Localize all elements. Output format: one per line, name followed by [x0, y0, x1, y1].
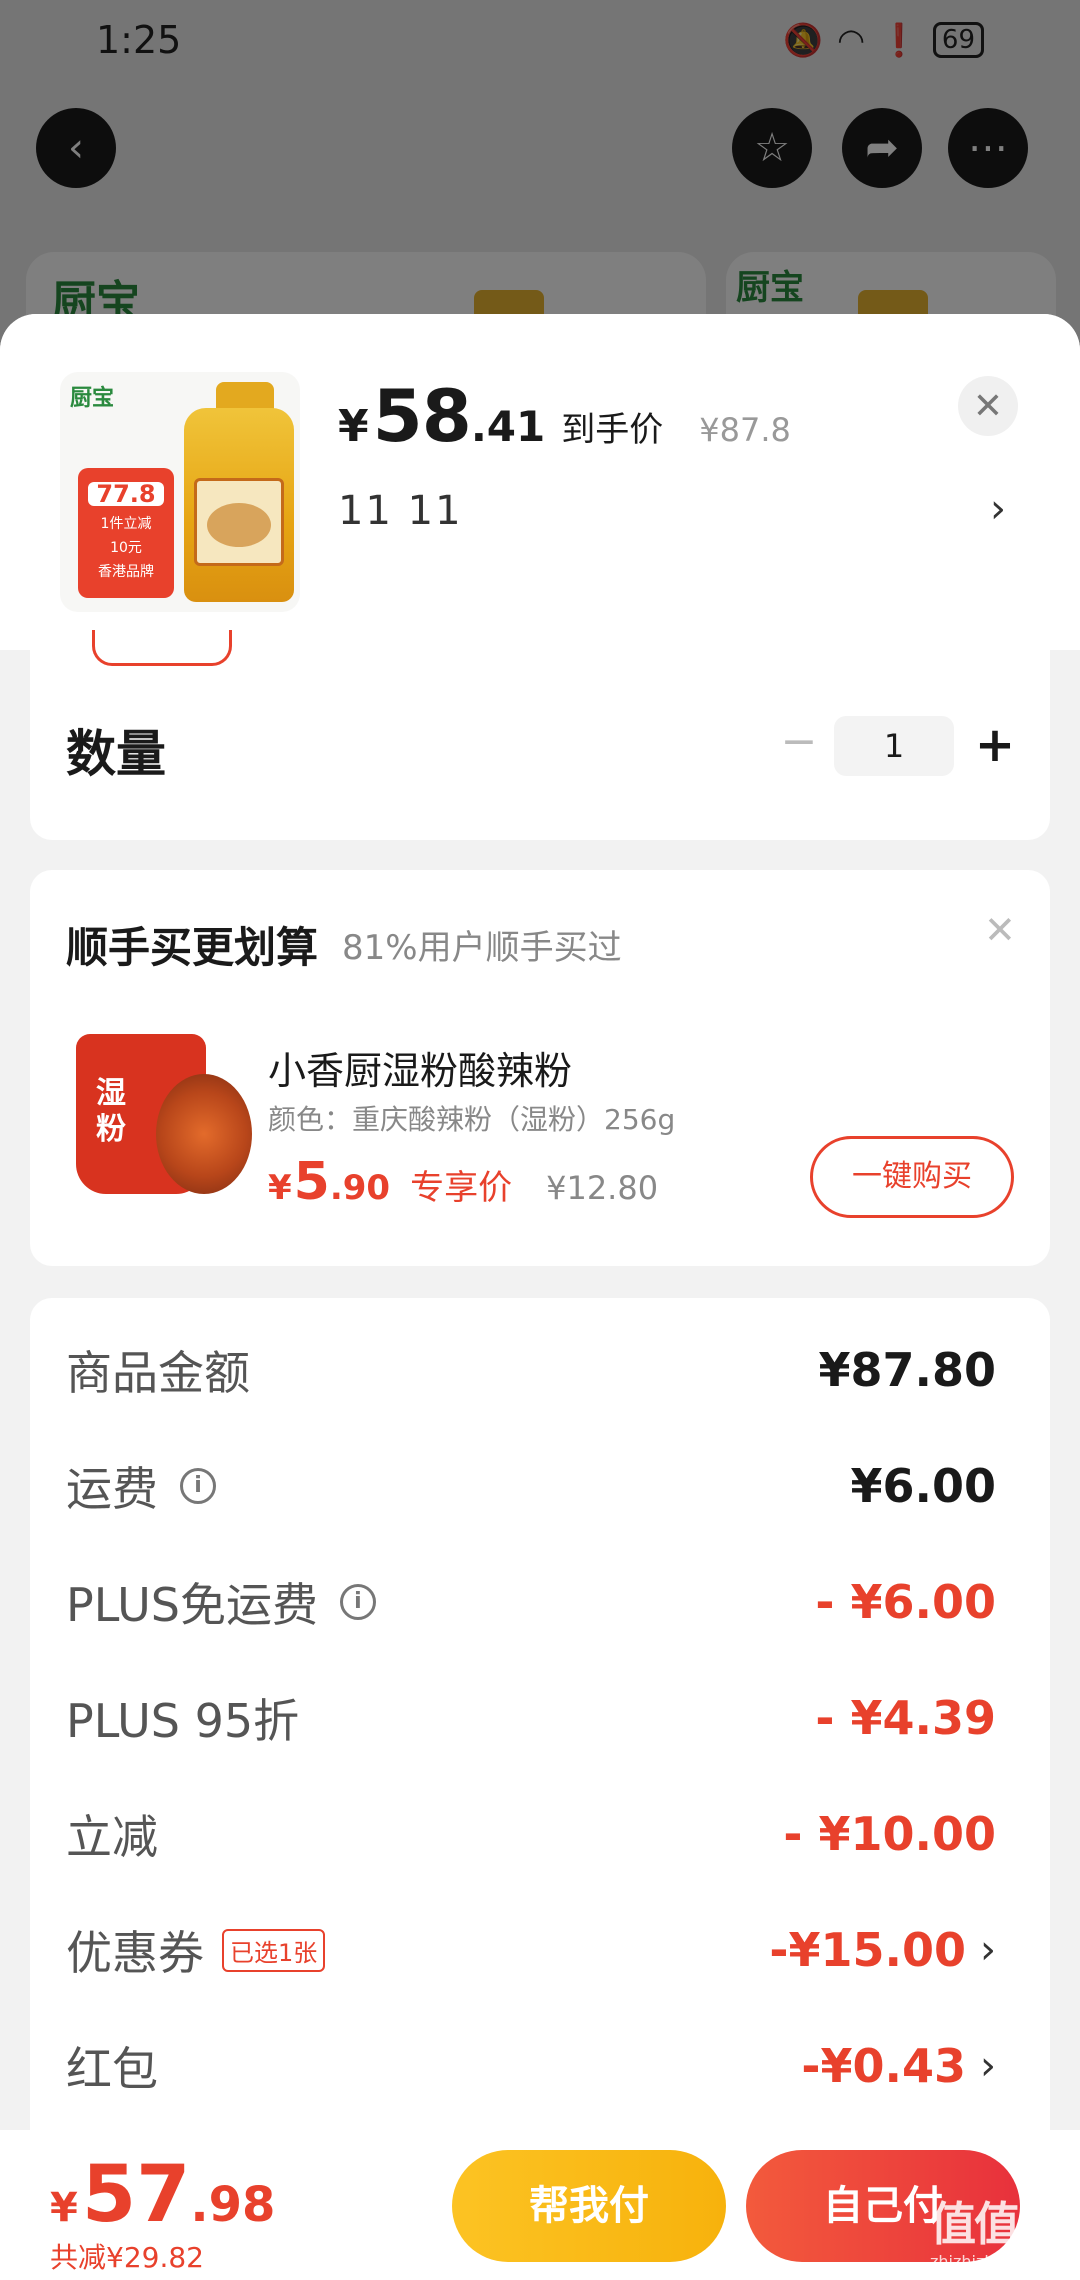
recommend-title: 顺手买更划算: [66, 923, 319, 972]
watermark-url: zhizhizhi.com: [930, 2252, 1039, 2271]
product-thumbnail[interactable]: 厨宝 77.8 1件立减 10元 香港品牌: [60, 372, 300, 612]
summary-label: 商品金额: [66, 1337, 250, 1403]
price-currency: ¥: [268, 1168, 292, 1208]
summary-row: PLUS免运费 i - ¥6.00: [66, 1562, 996, 1642]
row-label-text: 优惠券: [66, 1926, 204, 1980]
chevron-right-icon: ›: [980, 1927, 996, 1973]
total-saved: 共减¥29.82: [50, 2241, 204, 2274]
price-type-label: 专享价: [410, 1168, 513, 1208]
summary-label: 运费 i: [66, 1453, 216, 1519]
watermark: 值值值: [930, 2197, 1064, 2251]
row-label-text: 立减: [66, 1810, 158, 1864]
checkout-bar: ¥ 57 .98 共减¥29.82 帮我付 自己付: [0, 2130, 1080, 2280]
price-decimal: .90: [329, 1168, 391, 1208]
summary-value: - ¥6.00: [815, 1575, 996, 1629]
recommend-product-image[interactable]: [72, 1034, 252, 1214]
info-icon[interactable]: i: [339, 1584, 376, 1620]
recommend-close-icon[interactable]: ✕: [984, 908, 1016, 952]
price-type-label: 到手价: [561, 410, 664, 450]
row-label-text: 运费: [66, 1462, 158, 1516]
increase-button[interactable]: +: [970, 716, 1020, 776]
summary-value: -¥15.00: [769, 1923, 966, 1977]
final-price: ¥ 58 .41 到手价 ¥87.8: [338, 374, 791, 458]
badge-line: 10元: [110, 540, 142, 556]
quantity-card: 数量 − 1 +: [30, 630, 1050, 840]
badge-line: 1件立减: [100, 516, 152, 532]
info-icon[interactable]: i: [180, 1468, 216, 1504]
coupon-selected-tag: 已选1张: [222, 1928, 326, 1972]
selected-spec[interactable]: 11 11: [338, 488, 463, 534]
summary-row: 商品金额 ¥87.80: [66, 1330, 996, 1410]
decrease-button[interactable]: −: [774, 718, 824, 768]
summary-value-group: -¥0.43 ›: [801, 2039, 996, 2093]
recommend-subtitle: 81%用户顺手买过: [342, 928, 622, 968]
summary-label: 立减: [66, 1801, 158, 1867]
total-integer: 57: [81, 2150, 191, 2240]
badge-line: 香港品牌: [98, 564, 154, 580]
price-integer: 5: [293, 1152, 330, 1212]
quantity-label: 数量: [66, 725, 166, 783]
quantity-input[interactable]: 1: [834, 716, 954, 776]
thumbnail-brand-logo: 厨宝: [70, 385, 115, 411]
recommend-product-name[interactable]: 小香厨湿粉酸辣粉: [268, 1040, 572, 1095]
noodle-bowl-image: [156, 1074, 252, 1194]
close-button[interactable]: ✕: [958, 376, 1018, 436]
summary-value: - ¥10.00: [783, 1807, 996, 1861]
one-click-buy-button[interactable]: 一键购买: [810, 1136, 1014, 1218]
summary-value: - ¥4.39: [815, 1691, 996, 1745]
summary-value: ¥6.00: [850, 1459, 996, 1513]
summary-value: ¥87.80: [818, 1343, 996, 1397]
recommend-price: ¥ 5 .90 专享价 ¥12.80: [268, 1152, 658, 1212]
original-price: ¥87.8: [699, 411, 791, 449]
purchase-sheet: 厨宝 77.8 1件立减 10元 香港品牌 ¥ 58 .41 到手价 ¥87.8…: [0, 314, 1080, 2280]
summary-value: -¥0.43: [801, 2039, 966, 2093]
summary-label: PLUS免运费 i: [66, 1569, 376, 1635]
recommend-product-spec: 颜色：重庆酸辣粉（湿粉）256g: [268, 1103, 676, 1136]
chevron-right-icon: ›: [980, 2043, 996, 2089]
product-header: 厨宝 77.8 1件立减 10元 香港品牌 ¥ 58 .41 到手价 ¥87.8…: [0, 314, 1080, 650]
total-currency: ¥: [50, 2185, 78, 2231]
summary-row: 运费 i ¥6.00: [66, 1446, 996, 1526]
summary-row: PLUS 95折 - ¥4.39: [66, 1678, 996, 1758]
row-label-text: 商品金额: [66, 1346, 250, 1400]
price-decimal: .41: [470, 402, 546, 451]
badge-price: 77.8: [88, 482, 164, 506]
spec-option-tag[interactable]: [92, 630, 232, 666]
red-packet-row[interactable]: 红包 -¥0.43 ›: [66, 2026, 996, 2106]
total-price: ¥ 57 .98: [50, 2150, 275, 2240]
total-decimal: .98: [190, 2177, 276, 2233]
row-label-text: 红包: [66, 2042, 158, 2096]
summary-row: 立减 - ¥10.00: [66, 1794, 996, 1874]
original-price: ¥12.80: [546, 1169, 659, 1207]
price-integer: 58: [372, 374, 472, 458]
coupon-row[interactable]: 优惠券 已选1张 -¥15.00 ›: [66, 1910, 996, 1990]
bottle-label: [194, 478, 284, 566]
thumbnail-price-badge: 77.8 1件立减 10元 香港品牌: [78, 468, 174, 598]
row-label-text: PLUS 95折: [66, 1694, 300, 1748]
summary-label: 红包: [66, 2033, 158, 2099]
bottle-cap: [216, 382, 274, 410]
price-currency: ¥: [338, 401, 369, 452]
chevron-right-icon[interactable]: ›: [990, 486, 1006, 532]
recommend-card: 顺手买更划算 81%用户顺手买过 ✕ 小香厨湿粉酸辣粉 颜色：重庆酸辣粉（湿粉）…: [30, 870, 1050, 1266]
summary-label: PLUS 95折: [66, 1685, 299, 1751]
row-label-text: PLUS免运费: [66, 1578, 318, 1632]
summary-value-group: -¥15.00 ›: [769, 1923, 996, 1977]
help-pay-button[interactable]: 帮我付: [452, 2150, 726, 2262]
close-icon: ✕: [972, 385, 1004, 427]
summary-label: 优惠券 已选1张: [66, 1917, 326, 1983]
